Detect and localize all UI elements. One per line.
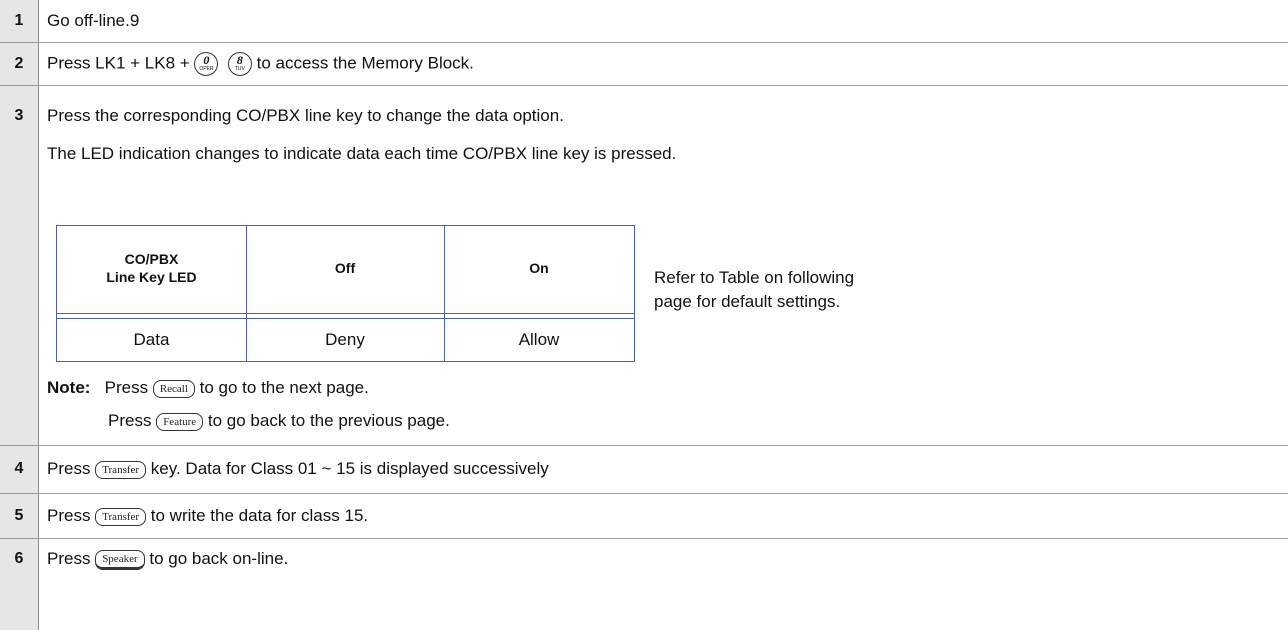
step-text: Press Transfer key. Data for Class 01 ~ … <box>47 459 549 479</box>
note-line-1: Note: Press Recall to go to the next pag… <box>47 378 369 398</box>
feature-key-icon: Feature <box>156 412 204 431</box>
step-text-secondary: The LED indication changes to indicate d… <box>47 144 677 163</box>
step-text: Press Transfer to write the data for cla… <box>47 506 369 526</box>
step-text: Press Speaker to go back on-line. <box>47 549 289 570</box>
table-cell: Allow <box>518 330 560 349</box>
table-header-cell: On <box>529 260 549 276</box>
step-text: Press LK1 + LK8 + 0 OPER 8 TUV to access t… <box>47 52 474 76</box>
table-header-cell: CO/PBX Line Key LED <box>106 251 197 285</box>
step-row-4: 4 Press Transfer key. Data for Class 01 … <box>0 446 1288 493</box>
step-number: 2 <box>0 43 39 85</box>
dial-key-8-icon: 8 TUV <box>227 52 252 76</box>
table-cell: Data <box>133 330 170 349</box>
note-line-2: Press Feature to go back to the previous… <box>108 411 450 431</box>
dial-key-0-icon: 0 OPER <box>194 52 219 76</box>
recall-key-icon: Recall <box>152 379 195 398</box>
note-label: Note: <box>47 378 91 397</box>
step-row-5: 5 Press Transfer to write the data for c… <box>0 494 1288 538</box>
transfer-key-icon: Transfer <box>95 507 147 526</box>
side-note: Refer to Table on following page for def… <box>654 268 855 311</box>
step-row-3: 3 Press the corresponding CO/PBX line ke… <box>0 86 1288 445</box>
step-row-1: 1 Go off-line.9 <box>0 0 1288 42</box>
transfer-key-icon: Transfer <box>95 460 147 479</box>
table-cell: Deny <box>325 330 365 349</box>
step-number: 3 <box>0 86 39 445</box>
step-number: 4 <box>0 446 39 493</box>
step-row-6: 6 Press Speaker to go back on-line. <box>0 539 1288 630</box>
step-number: 1 <box>0 0 39 42</box>
step-row-2: 2 Press LK1 + LK8 + 0 OPER 8 TUV to access… <box>0 43 1288 85</box>
step-text: Press the corresponding CO/PBX line key … <box>47 106 564 125</box>
step-number: 5 <box>0 494 39 538</box>
step-number: 6 <box>0 539 39 630</box>
speaker-key-icon: Speaker <box>95 549 145 570</box>
led-data-table: CO/PBX Line Key LED Off On Data Deny All… <box>56 225 635 362</box>
table-header-cell: Off <box>334 260 356 276</box>
step-text: Go off-line.9 <box>47 11 140 30</box>
